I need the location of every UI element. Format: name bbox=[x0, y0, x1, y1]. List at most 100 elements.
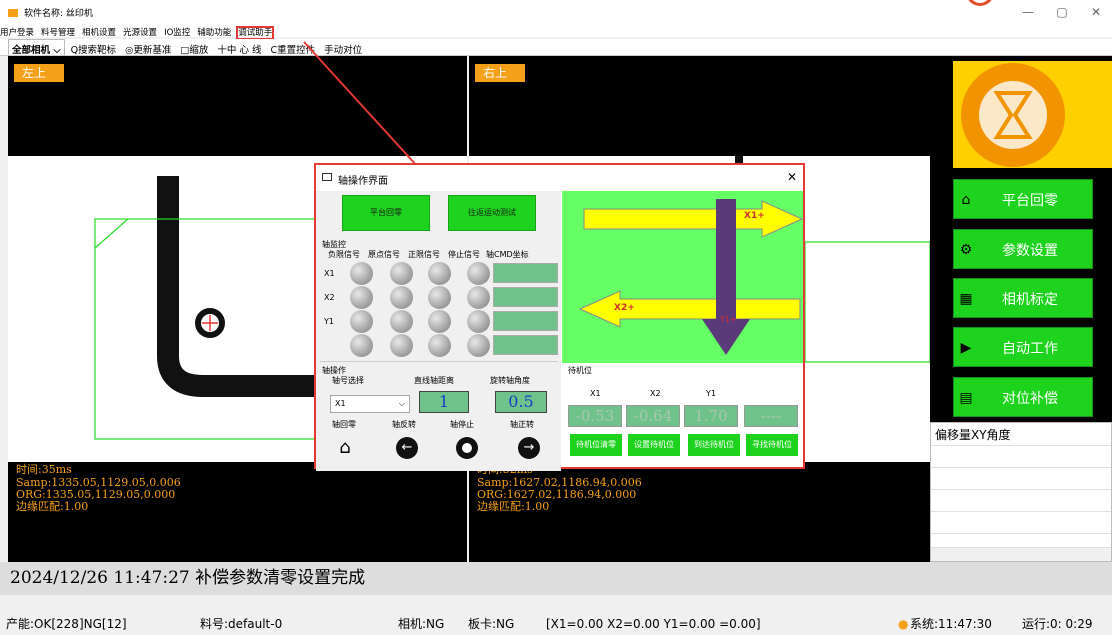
gear-icon: ⚙ bbox=[959, 242, 973, 258]
maximize-button[interactable]: ▢ bbox=[1052, 5, 1072, 19]
standby-header-y1: Y1 bbox=[706, 389, 716, 398]
standby-clear-button[interactable]: 待机位清零 bbox=[570, 434, 622, 456]
platform-home-dialog-button[interactable]: 平台回零 bbox=[342, 195, 430, 231]
monitor-header-origin: 原点信号 bbox=[368, 250, 400, 259]
stop-icon[interactable] bbox=[456, 437, 478, 459]
offset-header: 偏移量XY角度 bbox=[935, 428, 1011, 442]
align-compensation-button[interactable]: ▤ 对位补偿 bbox=[953, 377, 1093, 417]
auto-work-label: 自动工作 bbox=[1002, 341, 1058, 357]
offset-row-divider bbox=[931, 445, 1111, 446]
menu-light-settings[interactable]: 光源设置 bbox=[123, 28, 157, 38]
arrow-right-icon[interactable]: → bbox=[518, 437, 540, 459]
status-axes: [X1=0.00 X2=0.00 Y1=0.00 =0.00] bbox=[546, 617, 761, 631]
monitor-header-neg: 负限信号 bbox=[328, 250, 360, 259]
dialog-title-bar: 轴操作界面 ✕ bbox=[316, 165, 803, 191]
camera-grid-icon: ▦ bbox=[959, 291, 973, 307]
menu-bar: 用户登录 料号管理 相机设置 光源设置 IO监控 辅助功能 调试助手 bbox=[0, 26, 1112, 40]
led-indicator bbox=[467, 262, 490, 285]
group-divider bbox=[320, 361, 558, 362]
chevron-down-icon: ⌵ bbox=[398, 399, 405, 408]
axis-diagram: X1+ X2+ Y1+ bbox=[562, 191, 804, 363]
platform-home-label: 平台回零 bbox=[1002, 193, 1058, 209]
menu-io-monitor[interactable]: IO监控 bbox=[164, 28, 190, 38]
left-edge: 边缘匹配:1.00 bbox=[16, 500, 89, 513]
param-settings-button[interactable]: ⚙ 参数设置 bbox=[953, 229, 1093, 269]
status-capacity: 产能:OK[228]NG[12] bbox=[6, 617, 127, 631]
linear-distance-input[interactable]: 1 bbox=[419, 391, 469, 413]
led-indicator bbox=[428, 334, 451, 357]
stop-icon-center bbox=[462, 443, 472, 453]
cmd-coordinate-box bbox=[493, 287, 558, 307]
led-indicator bbox=[390, 334, 413, 357]
window-title: 软件名称: 丝印机 bbox=[24, 9, 93, 19]
window-icon bbox=[322, 173, 332, 181]
y1-axis-label: Y1+ bbox=[720, 315, 737, 324]
led-indicator bbox=[467, 286, 490, 309]
axis-select-dropdown[interactable]: X1 ⌵ bbox=[330, 395, 410, 413]
camera-label-right: 右上 bbox=[475, 64, 525, 82]
rotary-angle-input[interactable]: 0.5 bbox=[495, 391, 547, 413]
x1-axis-label: X1+ bbox=[744, 211, 765, 221]
right-edge: 边缘匹配:1.00 bbox=[477, 500, 550, 513]
home-icon: ⌂ bbox=[961, 192, 971, 208]
camera-select-value: 全部相机 bbox=[12, 45, 51, 56]
standby-find-button[interactable]: 寻找待机位 bbox=[746, 434, 798, 456]
offset-scrollbar[interactable] bbox=[931, 547, 1111, 561]
message-bar-right bbox=[930, 562, 1112, 595]
status-running: 运行:0: 0:29 bbox=[1022, 617, 1093, 631]
minimize-button[interactable]: — bbox=[1018, 5, 1038, 19]
standby-y1-value: 1.70 bbox=[684, 405, 738, 427]
hourglass-logo bbox=[953, 61, 1112, 168]
camera-label-left: 左上 bbox=[14, 64, 64, 82]
led-indicator bbox=[428, 286, 451, 309]
axis-stop-label: 轴停止 bbox=[450, 420, 474, 429]
axis-operation-dialog: 轴操作界面 ✕ 平台回零 往返运动测试 轴监控 负限信号 原点信号 正限信号 停… bbox=[314, 163, 805, 471]
platform-home-button[interactable]: ⌂ 平台回零 bbox=[953, 179, 1093, 219]
camera-calibration-button[interactable]: ▦ 相机标定 bbox=[953, 278, 1093, 318]
auto-work-button[interactable]: ▶ 自动工作 bbox=[953, 327, 1093, 367]
led-indicator bbox=[350, 334, 373, 357]
standby-goto-button[interactable]: 到达待机位 bbox=[688, 434, 740, 456]
offset-row-divider bbox=[931, 489, 1111, 490]
param-settings-label: 参数设置 bbox=[1002, 243, 1058, 259]
close-window-button[interactable]: ✕ bbox=[1086, 5, 1106, 19]
status-part: 料号:default-0 bbox=[200, 617, 283, 631]
led-indicator bbox=[428, 262, 451, 285]
axis-home-icon[interactable]: ⌂ bbox=[334, 437, 356, 459]
monitor-row-y1: Y1 bbox=[324, 317, 334, 326]
menu-aux-functions[interactable]: 辅助功能 bbox=[197, 28, 231, 38]
app-window: 软件名称: 丝印机 — ▢ ✕ 用户登录 料号管理 相机设置 光源设置 IO监控 辅助功能… bbox=[0, 0, 1112, 635]
led-indicator bbox=[350, 262, 373, 285]
offset-row-divider bbox=[931, 511, 1111, 512]
led-indicator bbox=[350, 286, 373, 309]
led-indicator bbox=[350, 310, 373, 333]
rotary-angle-label: 旋转轴角度 bbox=[490, 376, 530, 385]
led-indicator bbox=[428, 310, 451, 333]
offset-list[interactable]: 偏移量XY角度 bbox=[930, 422, 1112, 562]
standby-group-label: 待机位 bbox=[568, 366, 592, 375]
monitor-header-cmd: 轴CMD坐标 bbox=[486, 250, 529, 259]
menu-camera-settings[interactable]: 相机设置 bbox=[82, 28, 116, 38]
standby-extra-value: ---- bbox=[744, 405, 798, 427]
status-board: 板卡:NG bbox=[468, 617, 515, 631]
camera-calibration-label: 相机标定 bbox=[1002, 292, 1058, 308]
menu-part-management[interactable]: 料号管理 bbox=[41, 28, 75, 38]
menu-debug-assistant[interactable]: 调试助手 bbox=[236, 26, 275, 40]
standby-header-x2: X2 bbox=[650, 389, 661, 398]
status-bar: 产能:OK[228]NG[12] 料号:default-0 相机:NG 板卡:N… bbox=[0, 614, 1112, 635]
cmd-coordinate-box bbox=[493, 335, 558, 355]
reciprocate-test-button[interactable]: 往返运动测试 bbox=[448, 195, 536, 231]
standby-x2-value: -0.64 bbox=[626, 405, 680, 427]
led-indicator bbox=[467, 334, 490, 357]
align-compensation-label: 对位补偿 bbox=[1002, 391, 1058, 407]
cmd-coordinate-box bbox=[493, 263, 558, 283]
app-logo-icon bbox=[8, 9, 18, 17]
title-bar: 软件名称: 丝印机 — ▢ ✕ bbox=[0, 0, 1112, 26]
offset-row-divider bbox=[931, 467, 1111, 468]
ruler-icon: ▤ bbox=[959, 390, 973, 406]
dialog-close-button[interactable]: ✕ bbox=[787, 170, 797, 184]
cmd-coordinate-box bbox=[493, 311, 558, 331]
standby-set-button[interactable]: 设置待机位 bbox=[628, 434, 680, 456]
arrow-left-icon[interactable]: ← bbox=[396, 437, 418, 459]
menu-user-login[interactable]: 用户登录 bbox=[0, 28, 34, 38]
